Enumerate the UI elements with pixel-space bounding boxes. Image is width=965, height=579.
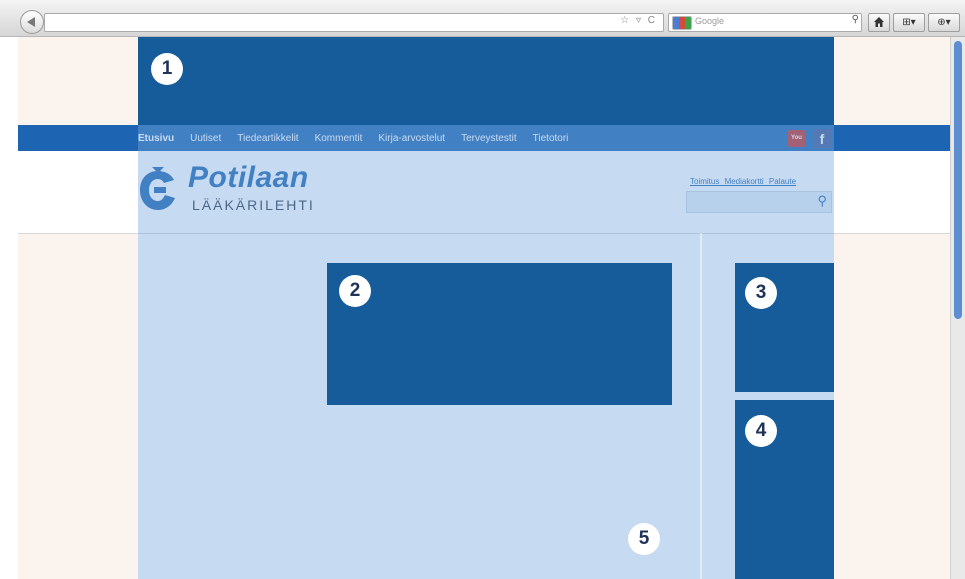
home-button[interactable] (868, 13, 890, 32)
home-icon (874, 17, 884, 27)
scrollbar-thumb[interactable] (954, 41, 962, 319)
zone-1-banner (138, 37, 834, 125)
page-margin-right (834, 37, 950, 579)
bookmarks-button[interactable]: ⊞▾ (893, 13, 925, 32)
zone-4-number: 4 (745, 415, 777, 447)
google-engine-icon[interactable] (672, 16, 692, 30)
zone-5-number: 5 (628, 523, 660, 555)
zone-1-number: 1 (151, 53, 183, 85)
sidebar-divider (700, 233, 702, 579)
page-viewport: Etusivu Uutiset Tiedeartikkelit Kommenti… (18, 37, 950, 579)
page-margin-left (18, 37, 138, 579)
zone-2-number: 2 (339, 275, 371, 307)
back-button[interactable] (20, 10, 44, 34)
zone-3-number: 3 (745, 277, 777, 309)
vertical-scrollbar[interactable] (950, 37, 965, 579)
zone-2-block (327, 263, 672, 405)
search-icon[interactable]: ⚲ (852, 14, 859, 25)
address-bar[interactable]: ☆ ▿ C (44, 13, 664, 32)
browser-toolbar: ☆ ▿ C Google ⚲ ⊞▾ ⊕▾ (0, 0, 965, 37)
addon-button[interactable]: ⊕▾ (928, 13, 960, 32)
url-bar-icons[interactable]: ☆ ▿ C (620, 15, 657, 26)
search-placeholder: Google (695, 16, 725, 26)
browser-search-field[interactable]: Google ⚲ (668, 13, 862, 32)
